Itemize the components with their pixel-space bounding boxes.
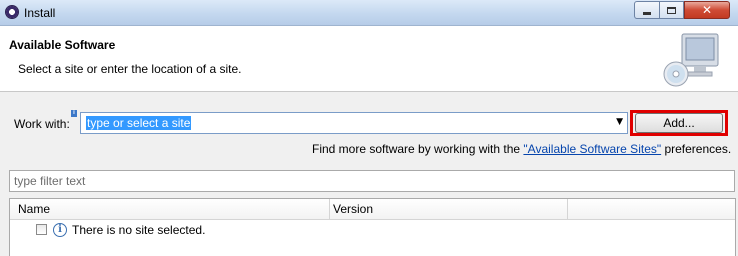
close-icon: ✕ bbox=[701, 3, 713, 17]
work-with-combo[interactable]: type or select a site ▼ bbox=[80, 112, 628, 134]
column-divider[interactable] bbox=[567, 199, 568, 219]
filter-input[interactable]: type filter text bbox=[9, 170, 735, 192]
column-header-version[interactable]: Version bbox=[333, 202, 373, 216]
window-title: Install bbox=[24, 6, 56, 20]
page-description: Select a site or enter the location of a… bbox=[18, 62, 242, 76]
table-header: Name Version bbox=[10, 199, 735, 220]
software-table[interactable]: Name Version i There is no site selected… bbox=[9, 198, 736, 256]
row-checkbox[interactable] bbox=[36, 224, 47, 235]
more-software-prefix: Find more software by working with the bbox=[312, 142, 524, 156]
more-software-text: Find more software by working with the "… bbox=[312, 142, 731, 156]
work-with-input[interactable]: type or select a site bbox=[86, 116, 192, 130]
info-icon: i bbox=[53, 223, 67, 237]
add-button[interactable]: Add... bbox=[635, 113, 723, 133]
filter-placeholder: type filter text bbox=[14, 174, 86, 188]
wizard-header: Available Software Select a site or ente… bbox=[0, 26, 738, 92]
minimize-icon bbox=[643, 11, 651, 15]
more-software-suffix: preferences. bbox=[661, 142, 732, 156]
row-message: There is no site selected. bbox=[72, 223, 206, 237]
available-software-sites-link[interactable]: "Available Software Sites" bbox=[523, 142, 661, 156]
minimize-button[interactable] bbox=[634, 1, 660, 19]
column-divider[interactable] bbox=[329, 199, 330, 219]
close-button[interactable]: ✕ bbox=[684, 1, 730, 19]
eclipse-app-icon bbox=[5, 5, 19, 19]
column-header-name[interactable]: Name bbox=[18, 202, 50, 216]
content-assist-hint-icon: i bbox=[71, 110, 77, 117]
work-with-label: Work with: bbox=[14, 117, 70, 131]
computer-cd-icon bbox=[663, 33, 719, 87]
title-bar: Install ✕ bbox=[0, 0, 738, 26]
maximize-button[interactable] bbox=[659, 1, 684, 19]
dropdown-arrow-icon[interactable]: ▼ bbox=[616, 117, 623, 127]
maximize-icon bbox=[667, 6, 676, 14]
page-title: Available Software bbox=[9, 38, 116, 52]
table-row[interactable]: i There is no site selected. bbox=[10, 221, 735, 241]
